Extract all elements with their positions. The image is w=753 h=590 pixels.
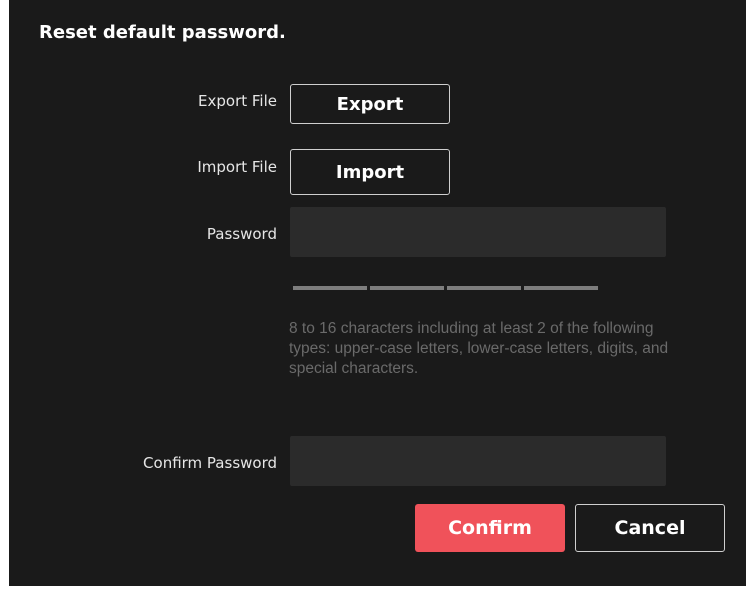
confirm-password-label: Confirm Password	[143, 454, 277, 472]
strength-segment	[447, 286, 521, 290]
password-label: Password	[206, 225, 277, 243]
dialog-title: Reset default password.	[39, 22, 286, 43]
confirm-password-input[interactable]	[290, 436, 666, 486]
strength-segment	[293, 286, 367, 290]
confirm-button[interactable]: Confirm	[415, 504, 565, 552]
export-file-label: Export File	[198, 92, 277, 110]
cancel-button[interactable]: Cancel	[575, 504, 725, 552]
import-file-label: Import File	[197, 158, 277, 176]
password-strength-meter	[293, 286, 598, 290]
strength-segment	[524, 286, 598, 290]
strength-segment	[370, 286, 444, 290]
export-button[interactable]: Export	[290, 84, 450, 124]
reset-password-dialog: Reset default password. Export File Expo…	[9, 0, 746, 586]
password-input[interactable]	[290, 207, 666, 257]
import-button[interactable]: Import	[290, 149, 450, 195]
password-hint: 8 to 16 characters including at least 2 …	[289, 320, 669, 377]
